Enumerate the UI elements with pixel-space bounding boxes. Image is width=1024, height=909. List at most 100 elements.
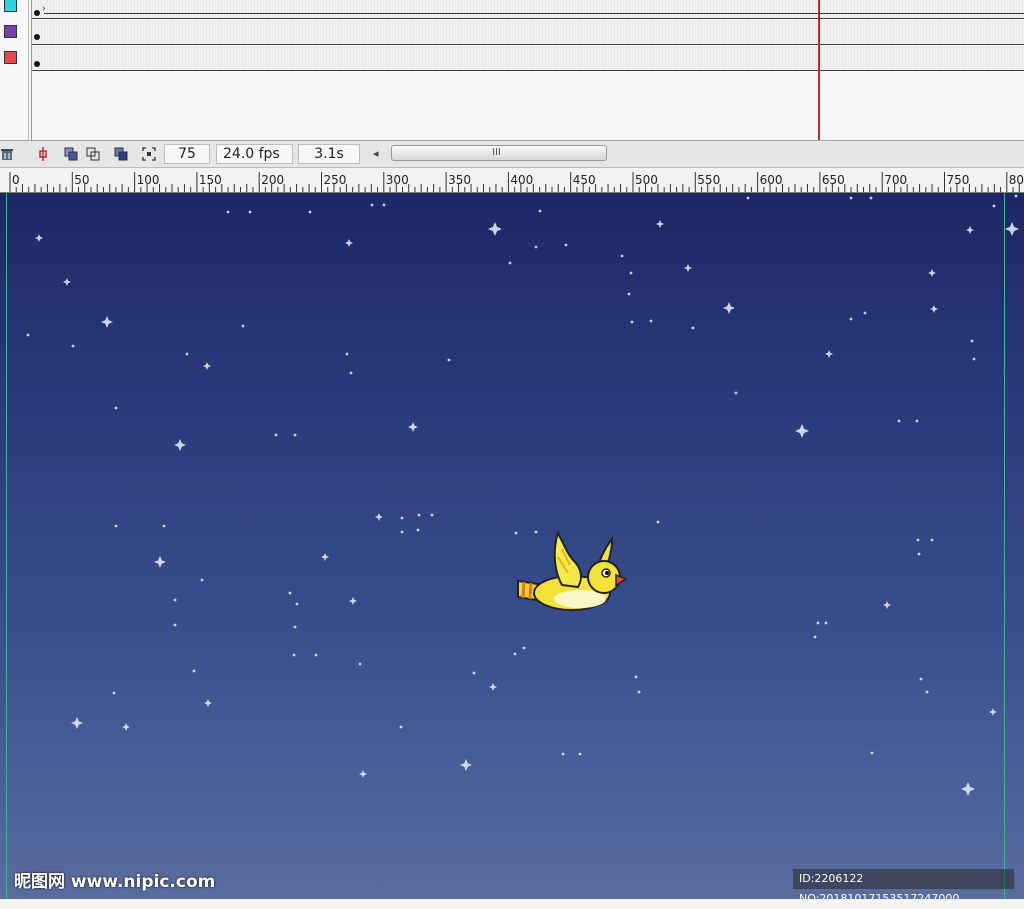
dot-star xyxy=(192,669,196,673)
ruler-label: 300 xyxy=(386,173,409,187)
sparkle-star xyxy=(122,723,130,731)
sparkle-star xyxy=(375,513,383,521)
layer-2-track[interactable] xyxy=(32,20,1024,45)
keyframe[interactable] xyxy=(34,61,40,67)
sparkle-star xyxy=(35,234,43,242)
dot-star xyxy=(534,245,538,249)
sparkle-star xyxy=(63,278,71,286)
dot-star xyxy=(972,357,976,361)
stage-left-guide xyxy=(6,193,7,899)
dot-star xyxy=(292,653,296,657)
dot-star xyxy=(162,524,166,528)
ruler-label: 650 xyxy=(822,173,845,187)
dot-star xyxy=(314,653,318,657)
dot-star xyxy=(930,538,934,542)
dot-star xyxy=(400,516,404,520)
motion-tween-line xyxy=(44,13,1024,14)
dot-star xyxy=(430,513,434,517)
dot-star xyxy=(870,751,874,755)
sparkle-star xyxy=(203,362,211,370)
sparkle-star xyxy=(1005,222,1019,236)
dot-star xyxy=(915,419,919,423)
dot-star xyxy=(522,646,526,650)
ruler-label: 80 xyxy=(1009,173,1024,187)
dot-star xyxy=(416,528,420,532)
ruler-ticks: 0 50 100 150 200 250 300 350 400 450 500 550 600 650 7… xyxy=(9,172,1024,192)
dot-star xyxy=(849,196,853,200)
dot-star xyxy=(970,339,974,343)
dot-star xyxy=(472,671,476,675)
ruler-label: 550 xyxy=(697,173,720,187)
layer-list xyxy=(0,0,29,140)
edit-multiple-frames-icon[interactable] xyxy=(114,147,128,161)
ruler-label: 200 xyxy=(261,173,284,187)
sparkle-star xyxy=(795,424,809,438)
dot-star xyxy=(578,752,582,756)
modify-markers-icon[interactable] xyxy=(142,147,156,161)
nipic-watermark-id: ID:2206122 NO:20181017153517247000 xyxy=(793,869,1014,905)
yellow-bird-sprite[interactable] xyxy=(512,527,628,617)
sparkle-star xyxy=(460,759,472,771)
layer-1-track[interactable]: › xyxy=(32,0,1024,19)
dot-star xyxy=(561,752,565,756)
dot-star xyxy=(288,591,292,595)
sparkle-star xyxy=(154,556,166,568)
layer-2-color-swatch[interactable] xyxy=(4,25,17,38)
stage-canvas[interactable] xyxy=(0,193,1024,899)
ruler-label: 250 xyxy=(324,173,347,187)
dot-star xyxy=(200,578,204,582)
dot-star xyxy=(849,317,853,321)
elapsed-time-field: 3.1s xyxy=(298,144,360,164)
layer-1-color-swatch[interactable] xyxy=(4,0,17,12)
keyframe[interactable] xyxy=(34,10,40,16)
keyframe[interactable] xyxy=(34,34,40,40)
scrollbar-grip[interactable]: III xyxy=(492,146,501,160)
dot-star xyxy=(248,210,252,214)
scroll-left-arrow-icon[interactable]: ◂ xyxy=(373,147,379,160)
sparkle-star xyxy=(349,597,357,605)
trash-icon[interactable] xyxy=(0,147,14,161)
dot-star xyxy=(691,326,695,330)
dot-star xyxy=(863,311,867,315)
playhead[interactable] xyxy=(818,0,820,140)
dot-star xyxy=(308,210,312,214)
onion-skin-outlines-icon[interactable] xyxy=(86,147,100,161)
dot-star xyxy=(447,358,451,362)
sparkle-star xyxy=(488,222,502,236)
onion-skin-icon[interactable] xyxy=(64,147,78,161)
dot-star xyxy=(992,204,996,208)
sparkle-star xyxy=(723,302,735,314)
dot-star xyxy=(508,261,512,265)
ruler-label: 450 xyxy=(573,173,596,187)
ruler-label: 500 xyxy=(635,173,658,187)
timeline-horizontal-scrollbar[interactable]: III xyxy=(391,145,607,161)
frame-grid[interactable]: › xyxy=(31,0,1024,140)
dot-star xyxy=(513,652,517,656)
layer-3-color-swatch[interactable] xyxy=(4,51,17,64)
dot-star xyxy=(112,691,116,695)
dot-star xyxy=(634,675,638,679)
dot-star xyxy=(295,602,299,606)
sparkle-star xyxy=(930,305,938,313)
sparkle-star xyxy=(408,422,418,432)
sparkle-star xyxy=(961,782,975,796)
center-frame-icon[interactable] xyxy=(36,147,50,161)
dot-star xyxy=(916,538,920,542)
dot-star xyxy=(382,203,386,207)
dot-star xyxy=(813,635,817,639)
sparkle-star xyxy=(101,316,113,328)
sparkle-star xyxy=(321,553,329,561)
dot-star xyxy=(656,520,660,524)
layer-3-track[interactable] xyxy=(32,46,1024,71)
dot-star xyxy=(637,690,641,694)
dot-star xyxy=(226,210,230,214)
sparkle-star xyxy=(71,717,83,729)
current-frame-field[interactable]: 75 xyxy=(164,144,210,164)
frame-rate-field[interactable]: 24.0 fps xyxy=(216,144,293,164)
dot-star xyxy=(400,530,404,534)
dot-star xyxy=(538,209,542,213)
dot-star xyxy=(564,243,568,247)
dot-star xyxy=(746,196,750,200)
dot-star xyxy=(114,406,118,410)
dot-star xyxy=(734,391,738,395)
